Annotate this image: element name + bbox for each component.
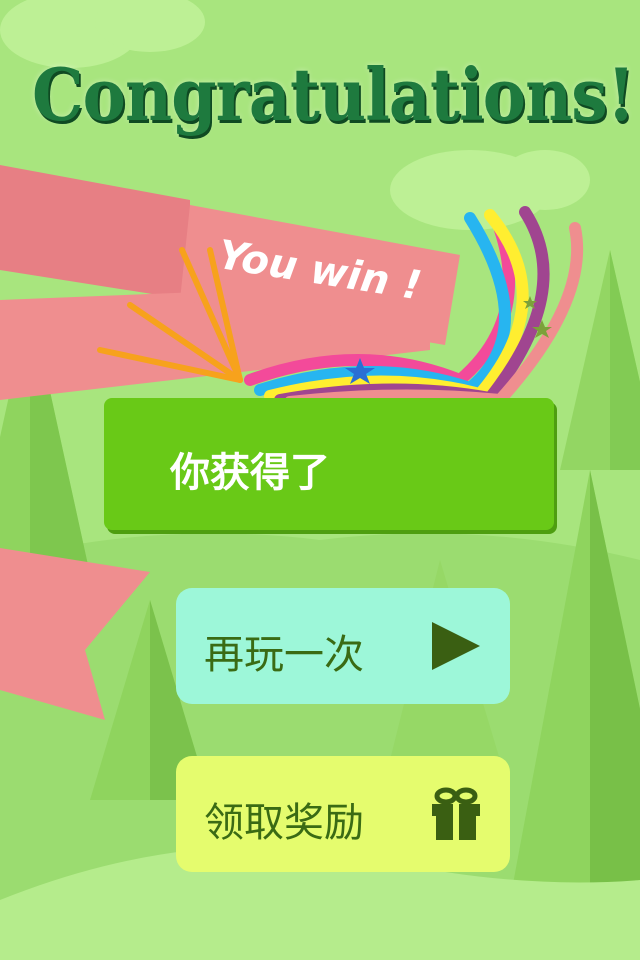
play-again-label: 再玩一次 xyxy=(204,632,364,678)
congratulations-title: Congratulations! xyxy=(32,52,635,137)
reward-panel: 你获得了 xyxy=(104,398,554,530)
claim-reward-label: 领取奖励 xyxy=(204,800,364,846)
reward-panel-label: 你获得了 xyxy=(170,450,330,496)
play-again-button[interactable]: 再玩一次 xyxy=(176,588,510,704)
play-icon xyxy=(430,621,482,671)
gift-icon xyxy=(432,787,480,840)
claim-reward-button[interactable]: 领取奖励 xyxy=(176,756,510,872)
